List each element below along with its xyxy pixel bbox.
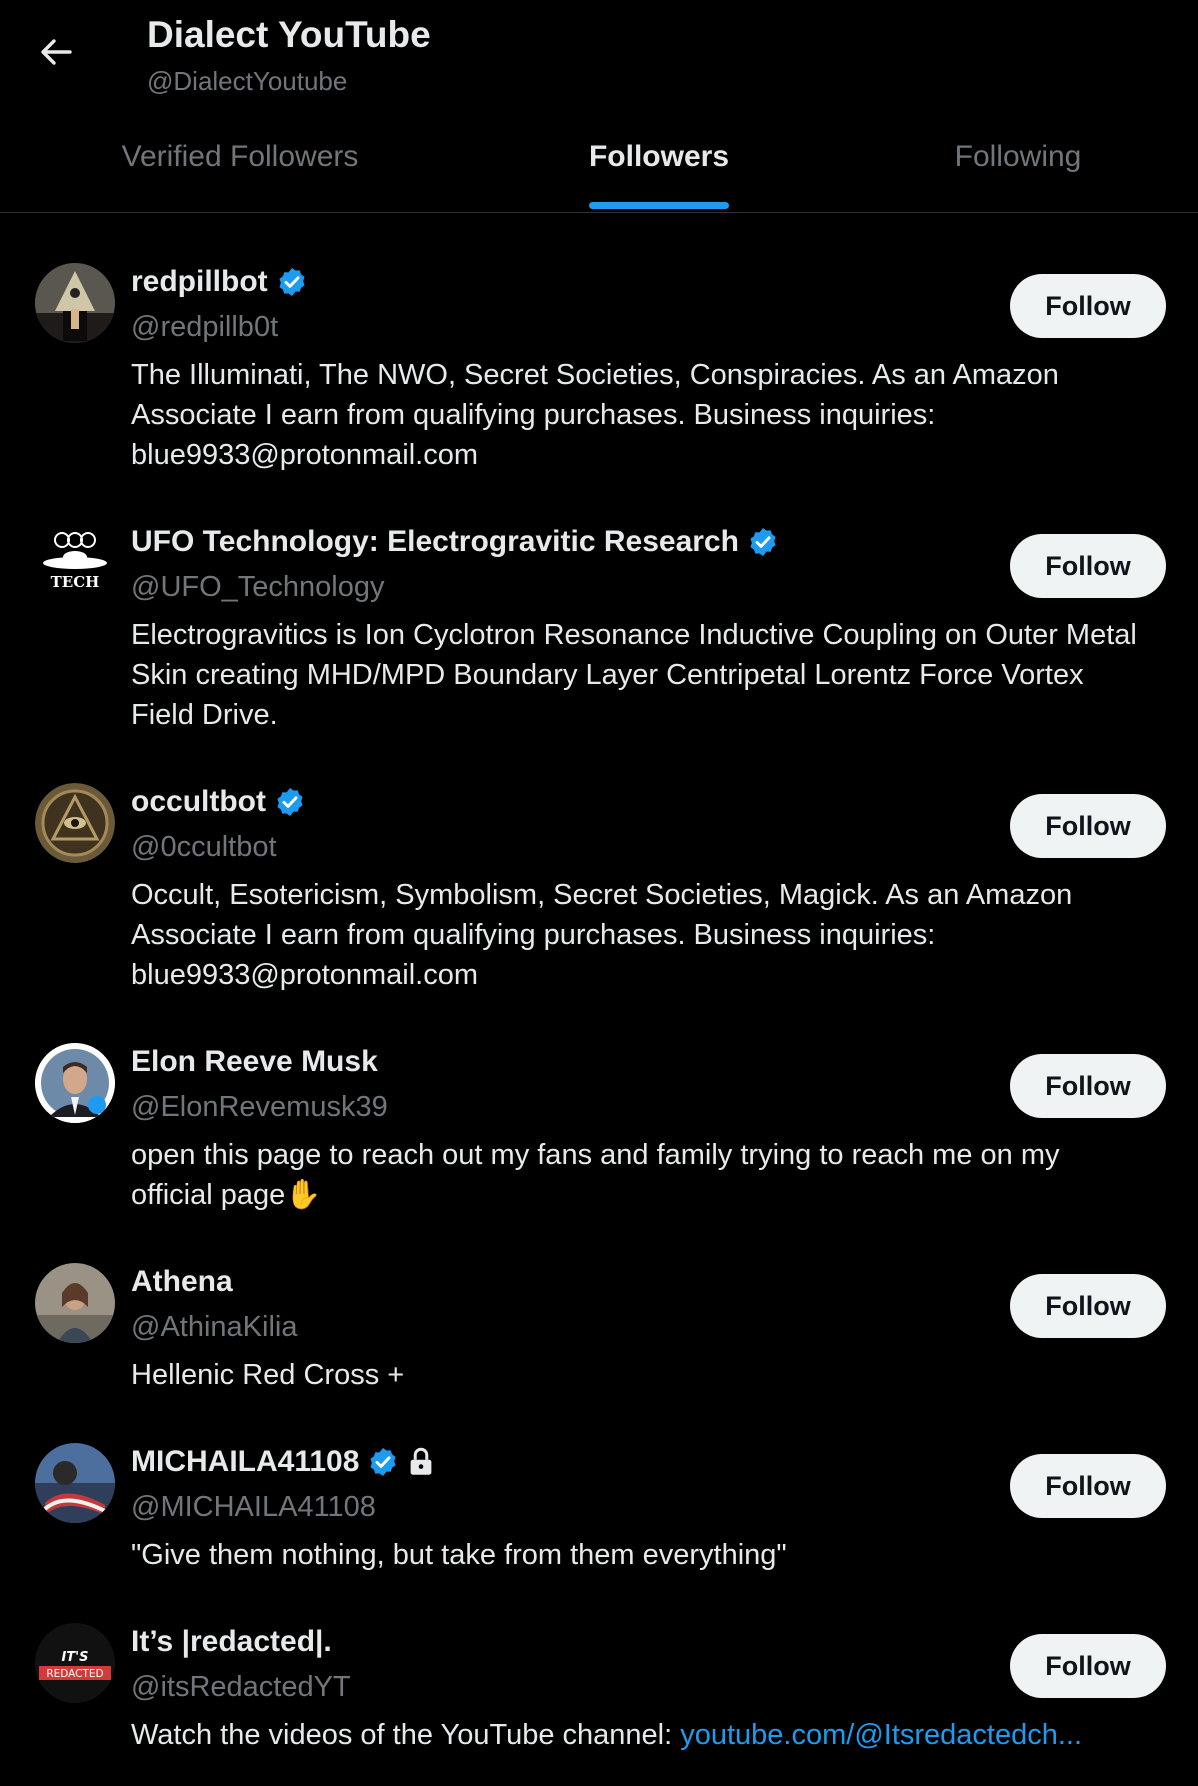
avatar-image <box>35 1263 115 1343</box>
verified-badge-icon <box>279 268 305 296</box>
tab-followers[interactable]: Followers <box>480 130 838 212</box>
user-name[interactable]: occultbot <box>131 785 266 819</box>
follow-button[interactable]: Follow <box>1010 1274 1166 1338</box>
user-bio: The Illuminati, The NWO, Secret Societie… <box>131 359 1059 471</box>
user-bio: Hellenic Red Cross + <box>131 1359 405 1391</box>
follow-button[interactable]: Follow <box>1010 794 1166 858</box>
page-title: Dialect YouTube <box>147 14 431 55</box>
profile-header: Dialect YouTube @DialectYoutube Verified… <box>0 0 1198 213</box>
user-name[interactable]: UFO Technology: Electrogravitic Research <box>131 525 739 559</box>
avatar-image <box>35 263 115 343</box>
user-handle[interactable]: @redpillb0t <box>131 311 278 344</box>
name-row: occultbot <box>131 785 306 819</box>
user-handle[interactable]: @ElonRevemusk39 <box>131 1091 388 1124</box>
avatar-text: REDACTED <box>46 1668 103 1680</box>
verified-badge-icon <box>750 528 776 556</box>
user-handle[interactable]: @itsRedactedYT <box>131 1671 351 1704</box>
name-row: MICHAILA41108 <box>131 1445 435 1479</box>
list-item[interactable]: IT'S REDACTED It’s |redacted|. @itsRedac… <box>0 1573 1198 1786</box>
user-name[interactable]: redpillbot <box>131 265 268 299</box>
back-button[interactable] <box>34 30 78 74</box>
user-handle[interactable]: @AthinaKilia <box>131 1311 297 1344</box>
verified-badge-icon <box>277 788 303 816</box>
avatar[interactable] <box>35 263 115 343</box>
list-item[interactable]: Elon Reeve Musk @ElonRevemusk39 open thi… <box>0 993 1198 1213</box>
name-row: redpillbot <box>131 265 308 299</box>
lock-icon <box>411 1447 432 1475</box>
user-bio: open this page to reach out my fans and … <box>131 1139 1060 1211</box>
avatar[interactable]: IT'S REDACTED <box>35 1623 115 1703</box>
avatar-image <box>35 1443 115 1523</box>
avatar-image: TECH <box>35 523 115 603</box>
profile-handle: @DialectYoutube <box>147 66 348 96</box>
avatar[interactable]: TECH <box>35 523 115 603</box>
list-item[interactable]: redpillbot @redpillb0t The Illuminati, T… <box>0 213 1198 473</box>
name-row: UFO Technology: Electrogravitic Research <box>131 525 779 559</box>
avatar-image: IT'S REDACTED <box>35 1623 115 1703</box>
follow-button[interactable]: Follow <box>1010 274 1166 338</box>
user-bio: "Give them nothing, but take from them e… <box>131 1539 787 1571</box>
user-handle[interactable]: @MICHAILA41108 <box>131 1491 376 1524</box>
user-bio-text: Watch the videos of the YouTube channel: <box>131 1719 681 1751</box>
name-row: It’s |redacted|. <box>131 1625 332 1659</box>
name-row: Athena <box>131 1265 233 1299</box>
list-item[interactable]: TECH UFO Technology: Electrogravitic Res… <box>0 473 1198 733</box>
avatar-image <box>35 783 115 863</box>
avatar[interactable] <box>35 783 115 863</box>
list-item[interactable]: MICHAILA41108 @MICHAILA41108 "Give them … <box>0 1393 1198 1573</box>
avatar[interactable] <box>35 1043 115 1123</box>
follow-button[interactable]: Follow <box>1010 1054 1166 1118</box>
arrow-left-icon <box>41 39 72 65</box>
user-name[interactable]: Athena <box>131 1265 233 1299</box>
avatar-text: TECH <box>51 573 100 591</box>
user-bio: Occult, Esotericism, Symbolism, Secret S… <box>131 879 1073 991</box>
avatar[interactable] <box>35 1443 115 1523</box>
user-name[interactable]: MICHAILA41108 <box>131 1445 359 1479</box>
list-item[interactable]: Athena @AthinaKilia Hellenic Red Cross +… <box>0 1213 1198 1393</box>
user-handle[interactable]: @UFO_Technology <box>131 571 385 604</box>
follow-button[interactable]: Follow <box>1010 1454 1166 1518</box>
follow-button[interactable]: Follow <box>1010 1634 1166 1698</box>
active-tab-indicator <box>589 202 729 209</box>
tab-following[interactable]: Following <box>838 130 1198 212</box>
user-name[interactable]: Elon Reeve Musk <box>131 1045 378 1079</box>
verified-badge-icon <box>370 1448 396 1476</box>
avatar[interactable] <box>35 1263 115 1343</box>
avatar-text: IT'S <box>61 1650 88 1665</box>
user-bio: Electrogravitics is Ion Cyclotron Resona… <box>131 619 1137 731</box>
follow-button[interactable]: Follow <box>1010 534 1166 598</box>
avatar-image <box>35 1043 115 1123</box>
name-row: Elon Reeve Musk <box>131 1045 378 1079</box>
user-handle[interactable]: @0ccultbot <box>131 831 277 864</box>
user-bio: Watch the videos of the YouTube channel:… <box>131 1715 1141 1755</box>
tab-bar: Verified Followers Followers Following <box>0 130 1198 212</box>
user-name[interactable]: It’s |redacted|. <box>131 1625 332 1659</box>
bio-link[interactable]: youtube.com/@Itsredactedch... <box>680 1719 1082 1751</box>
tab-verified-followers[interactable]: Verified Followers <box>0 130 480 212</box>
list-item[interactable]: occultbot @0ccultbot Occult, Esotericism… <box>0 733 1198 993</box>
